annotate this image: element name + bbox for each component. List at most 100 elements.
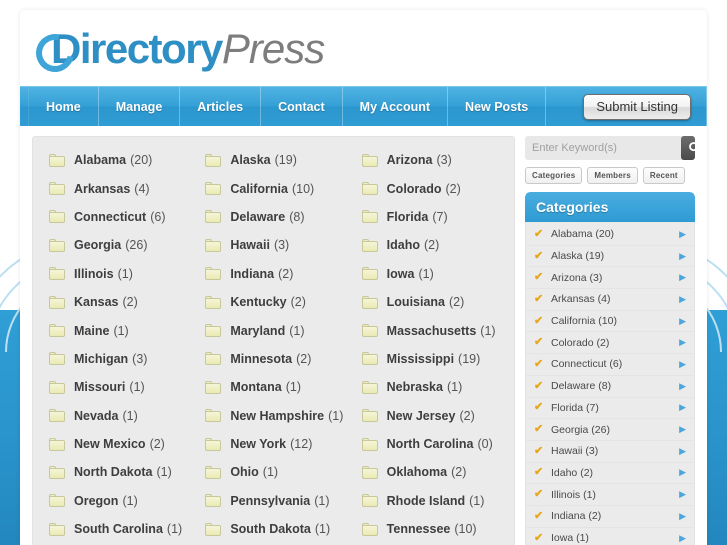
category-item[interactable]: Kansas (2) <box>39 288 195 316</box>
check-icon: ✔ <box>534 531 544 544</box>
category-item[interactable]: New York (12) <box>195 430 351 458</box>
category-item[interactable]: Kentucky (2) <box>195 288 351 316</box>
sidebar-category-item[interactable]: ✔ Iowa (1) ▶ <box>526 528 694 545</box>
sidebar-category-item[interactable]: ✔ Indiana (2) ▶ <box>526 506 694 528</box>
category-item[interactable]: Nebraska (1) <box>352 373 508 401</box>
chevron-right-icon[interactable]: ▶ <box>679 490 686 499</box>
category-item[interactable]: New Jersey (2) <box>352 402 508 430</box>
category-item[interactable]: Maryland (1) <box>195 316 351 344</box>
category-item[interactable]: New Hampshire (1) <box>195 402 351 430</box>
category-item[interactable]: Illinois (1) <box>39 260 195 288</box>
sidebar-category-item[interactable]: ✔ Delaware (8) ▶ <box>526 376 694 398</box>
category-item[interactable]: South Dakota (1) <box>195 515 351 543</box>
folder-icon <box>205 494 222 508</box>
category-name: Louisiana <box>386 295 445 310</box>
category-item[interactable]: Georgia (26) <box>39 231 195 259</box>
category-name: Idaho <box>386 238 420 253</box>
folder-icon <box>49 210 65 224</box>
category-item[interactable]: Connecticut (6) <box>39 203 195 231</box>
category-item[interactable]: Minnesota (2) <box>195 345 351 373</box>
category-count: (3) <box>273 238 290 253</box>
chevron-right-icon[interactable]: ▶ <box>679 359 686 369</box>
sidebar-category-item[interactable]: ✔ California (10) ▶ <box>526 311 694 333</box>
sidebar-category-item[interactable]: ✔ Georgia (26) ▶ <box>526 419 694 441</box>
chevron-right-icon[interactable]: ▶ <box>679 316 686 326</box>
chevron-right-icon[interactable]: ▶ <box>679 338 686 347</box>
category-item[interactable]: Michigan (3) <box>39 345 195 373</box>
category-item[interactable]: Nevada (1) <box>39 402 195 430</box>
category-item[interactable]: Arizona (3) <box>352 146 508 174</box>
category-item[interactable]: Hawaii (3) <box>195 231 351 259</box>
nav-item-home[interactable]: Home <box>28 87 99 126</box>
category-item[interactable]: North Carolina (0) <box>352 430 508 458</box>
category-item[interactable]: Florida (7) <box>352 203 508 231</box>
chevron-right-icon[interactable]: ▶ <box>679 425 686 434</box>
category-item[interactable]: Alabama (20) <box>39 146 195 174</box>
categories-grid: Alabama (20) Alaska (19) Arizona (3) Arkansas(… <box>39 146 508 545</box>
sidebar-category-item[interactable]: ✔ Colorado (2) ▶ <box>526 332 694 355</box>
category-item[interactable]: Alaska (19) <box>195 146 351 174</box>
folder-icon <box>361 238 378 252</box>
sidebar-category-item[interactable]: ✔ Hawaii (3) ▶ <box>526 441 694 463</box>
category-item[interactable]: Arkansas (4) <box>39 174 195 202</box>
category-item[interactable]: South Carolina (1) <box>39 515 195 543</box>
chevron-right-icon[interactable]: ▶ <box>679 251 686 261</box>
folder-icon <box>205 267 222 281</box>
category-item[interactable]: Tennessee (10) <box>352 515 508 543</box>
chevron-right-icon[interactable]: ▶ <box>679 468 686 477</box>
search-input[interactable] <box>525 136 681 160</box>
side-tab-members[interactable]: Members <box>587 167 638 184</box>
sidebar-category-item[interactable]: ✔ Connecticut (6) ▶ <box>526 354 694 376</box>
folder-icon <box>49 182 65 196</box>
chevron-right-icon[interactable]: ▶ <box>679 446 686 456</box>
category-count: (2) <box>149 437 165 452</box>
nav-item-manage[interactable]: Manage <box>99 87 181 126</box>
chevron-right-icon[interactable]: ▶ <box>679 511 686 521</box>
chevron-right-icon[interactable]: ▶ <box>679 381 686 391</box>
side-tab-recent[interactable]: Recent <box>642 167 685 184</box>
category-item[interactable]: Oklahoma (2) <box>352 458 508 486</box>
chevron-right-icon[interactable]: ▶ <box>679 403 686 412</box>
sidebar-category-item[interactable]: ✔ Arizona (3) ▶ <box>526 267 694 290</box>
category-name: Oregon <box>74 493 119 508</box>
chevron-right-icon[interactable]: ▶ <box>679 533 686 543</box>
category-item[interactable]: Mississippi (19) <box>352 345 508 373</box>
category-item[interactable]: Idaho (2) <box>352 231 508 259</box>
category-item[interactable]: Montana (1) <box>195 373 351 401</box>
category-item[interactable]: Ohio (1) <box>195 458 351 486</box>
chevron-right-icon[interactable]: ▶ <box>679 273 686 282</box>
category-item[interactable]: Delaware (8) <box>195 203 351 231</box>
side-tab-categories[interactable]: Categories <box>525 167 583 184</box>
chevron-right-icon[interactable]: ▶ <box>679 229 686 239</box>
category-item[interactable]: California (10) <box>195 174 351 202</box>
nav-item-contact[interactable]: Contact <box>261 87 343 126</box>
category-item[interactable]: Louisiana (2) <box>352 288 508 316</box>
sidebar-category-item[interactable]: ✔ Alaska (19) ▶ <box>526 246 694 268</box>
category-item[interactable]: Pennsylvania (1) <box>195 487 351 515</box>
sidebar-category-item[interactable]: ✔ Arkansas (4) ▶ <box>526 289 694 311</box>
category-item[interactable]: Missouri (1) <box>39 373 195 401</box>
nav-item-articles[interactable]: Articles <box>180 87 262 126</box>
submit-listing-button[interactable]: Submit Listing <box>583 94 691 120</box>
category-item[interactable]: Colorado (2) <box>352 174 508 202</box>
nav-item-my-account[interactable]: My Account <box>343 87 449 126</box>
sidebar-category-item[interactable]: ✔ Alabama (20) ▶ <box>526 224 694 246</box>
category-item[interactable]: Rhode Island (1) <box>352 487 508 515</box>
chevron-right-icon[interactable]: ▶ <box>679 294 686 304</box>
search-button[interactable] <box>681 136 695 160</box>
sidebar-category-item[interactable]: ✔ Illinois (1) ▶ <box>526 484 694 506</box>
category-item[interactable]: Iowa (1) <box>352 260 508 288</box>
sidebar-category-item[interactable]: ✔ Idaho (2) ▶ <box>526 463 694 485</box>
category-item[interactable]: New Mexico (2) <box>39 430 195 458</box>
folder-icon <box>361 494 378 508</box>
folder-icon <box>49 238 65 252</box>
category-count: (1) <box>469 493 485 508</box>
category-item[interactable]: Indiana (2) <box>195 260 351 288</box>
category-item[interactable]: Oregon (1) <box>39 487 195 515</box>
category-item[interactable]: North Dakota (1) <box>39 458 195 486</box>
category-item[interactable]: Massachusetts (1) <box>352 316 508 344</box>
category-item[interactable]: Maine (1) <box>39 316 195 344</box>
nav-item-new-posts[interactable]: New Posts <box>448 87 547 126</box>
sidebar-category-item[interactable]: ✔ Florida (7) ▶ <box>526 398 694 420</box>
site-logo[interactable]: DirectoryPress <box>28 26 325 80</box>
